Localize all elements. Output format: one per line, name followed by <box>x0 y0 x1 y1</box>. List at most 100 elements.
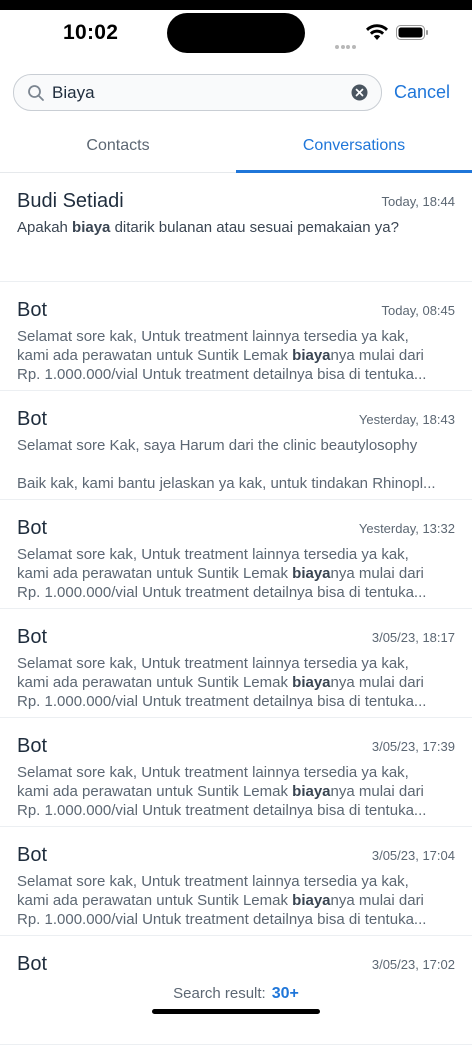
search-field[interactable] <box>13 74 382 111</box>
conversation-name: Bot <box>17 735 48 757</box>
preview-text: kami ada perawatan untuk Suntik Lemak <box>17 674 293 691</box>
result-tabs: Contacts Conversations <box>0 122 472 173</box>
conversation-name: Bot <box>17 844 48 866</box>
conversation-date: Today, 08:45 <box>381 303 455 318</box>
top-edge <box>0 0 472 10</box>
conversation-date: 3/05/23, 17:39 <box>371 739 455 754</box>
preview-line: Rp. 1.000.000/vial Untuk treatment detai… <box>17 801 455 820</box>
conversation-item[interactable]: Bot 3/05/23, 17:04 Selamat sore kak, Untuk… <box>0 827 472 936</box>
conversation-item[interactable]: Budi Setiadi Today, 18:44 Apakah biaya dit… <box>0 173 472 282</box>
clear-circle-icon[interactable] <box>351 84 368 101</box>
preview-line: Selamat sore Kak, saya Harum dari the cl… <box>17 436 455 455</box>
preview-line: Baik kak, kami bantu jelaskan ya kak, un… <box>17 474 455 493</box>
highlight-match: biaya <box>292 892 331 909</box>
magnifier-icon <box>28 85 44 101</box>
conversation-item[interactable]: Bot Today, 08:45 Selamat sore kak, Untuk t… <box>0 282 472 391</box>
preview-text: Rp. 1.000.000/vial Untuk treatment detai… <box>17 366 427 383</box>
conversation-item[interactable]: Bot Yesterday, 18:43 Selamat sore Kak, say… <box>0 391 472 500</box>
preview-text: Rp. 1.000.000/vial Untuk treatment detai… <box>17 584 427 601</box>
conversation-item[interactable]: Bot Yesterday, 13:32 Selamat sore kak, Unt… <box>0 500 472 609</box>
search-bar: Cancel <box>0 74 472 112</box>
conversation-name: Bot <box>17 626 48 648</box>
preview-text: Apakah <box>17 219 73 236</box>
preview-text: ditarik bulanan atau sesuai pemakaian ya… <box>110 219 399 236</box>
preview-text: Selamat sore kak, Untuk treatment lainny… <box>17 328 409 345</box>
conversation-preview: Selamat sore kak, Untuk treatment lainny… <box>17 654 455 711</box>
preview-line: Selamat sore kak, Untuk treatment lainny… <box>17 654 455 673</box>
preview-text: kami ada perawatan untuk Suntik Lemak <box>17 347 293 364</box>
conversation-name: Budi Setiadi <box>17 190 124 212</box>
tab-contacts[interactable]: Contacts <box>0 122 236 172</box>
preview-text: Selamat sore kak, Untuk treatment lainny… <box>17 873 409 890</box>
highlight-match: biaya <box>292 783 331 800</box>
preview-text: Rp. 1.000.000/vial Untuk treatment detai… <box>17 911 427 928</box>
conversation-preview: Selamat sore kak, Untuk treatment lainny… <box>17 545 455 602</box>
search-result-footer: Search result: 30+ <box>0 985 472 1003</box>
preview-text: nya mulai dari <box>330 347 424 364</box>
preview-line: kami ada perawatan untuk Suntik Lemak bi… <box>17 564 455 583</box>
preview-text: Selamat sore kak, Untuk treatment lainny… <box>17 764 409 781</box>
conversation-preview: Selamat sore kak, Untuk treatment lainny… <box>17 872 455 929</box>
conversation-date: 3/05/23, 18:17 <box>371 630 455 645</box>
preview-text: nya mulai dari <box>330 674 424 691</box>
conversation-preview: Selamat sore Kak, saya Harum dari the cl… <box>17 436 455 493</box>
cancel-button[interactable]: Cancel <box>394 82 450 103</box>
conversation-date: Yesterday, 13:32 <box>358 521 455 536</box>
conversation-preview: Selamat sore kak, Untuk treatment lainny… <box>17 763 455 820</box>
preview-line: kami ada perawatan untuk Suntik Lemak bi… <box>17 782 455 801</box>
preview-line <box>17 455 455 474</box>
preview-line: Selamat sore kak, Untuk treatment lainny… <box>17 327 455 346</box>
conversation-preview: Selamat sore kak, Untuk treatment lainny… <box>17 327 455 384</box>
highlight-match: biaya <box>292 565 331 582</box>
preview-line: kami ada perawatan untuk Suntik Lemak bi… <box>17 673 455 692</box>
preview-text: Rp. 1.000.000/vial Untuk treatment detai… <box>17 693 427 710</box>
conversation-name: Bot <box>17 299 48 321</box>
highlight-match: biaya <box>292 347 331 364</box>
home-indicator[interactable] <box>152 1009 320 1014</box>
highlight-match: biaya <box>72 219 111 236</box>
preview-text: Selamat sore kak, Untuk treatment lainny… <box>17 546 409 563</box>
preview-text: kami ada perawatan untuk Suntik Lemak <box>17 565 293 582</box>
dynamic-island <box>167 13 305 53</box>
conversation-item[interactable]: Bot 3/05/23, 17:39 Selamat sore kak, Untuk… <box>0 718 472 827</box>
highlight-match: biaya <box>292 674 331 691</box>
preview-text: Selamat sore kak, Untuk treatment lainny… <box>17 655 409 672</box>
preview-text: nya mulai dari <box>330 892 424 909</box>
conversation-preview: Apakah biaya ditarik bulanan atau sesuai… <box>17 218 455 237</box>
signal-icon <box>335 36 357 54</box>
conversation-list: Budi Setiadi Today, 18:44 Apakah biaya dit… <box>0 173 472 1045</box>
preview-line: Rp. 1.000.000/vial Untuk treatment detai… <box>17 365 455 384</box>
conversation-name: Bot <box>17 953 48 975</box>
preview-line: Rp. 1.000.000/vial Untuk treatment detai… <box>17 692 455 711</box>
preview-line: kami ada perawatan untuk Suntik Lemak bi… <box>17 346 455 365</box>
preview-line: kami ada perawatan untuk Suntik Lemak bi… <box>17 891 455 910</box>
preview-text: Selamat sore Kak, saya Harum dari the cl… <box>17 437 418 454</box>
wifi-icon <box>366 24 388 40</box>
preview-text: kami ada perawatan untuk Suntik Lemak <box>17 892 293 909</box>
preview-line: Rp. 1.000.000/vial Untuk treatment detai… <box>17 583 455 602</box>
conversation-date: Today, 18:44 <box>381 194 455 209</box>
preview-line: Selamat sore kak, Untuk treatment lainny… <box>17 872 455 891</box>
conversation-item[interactable]: Bot 3/05/23, 18:17 Selamat sore kak, Untuk… <box>0 609 472 718</box>
search-input[interactable] <box>52 80 342 105</box>
preview-line: Apakah biaya ditarik bulanan atau sesuai… <box>17 218 455 237</box>
preview-line: Rp. 1.000.000/vial Untuk treatment detai… <box>17 910 455 929</box>
preview-text: nya mulai dari <box>330 783 424 800</box>
status-bar: 10:02 <box>0 10 472 60</box>
conversation-name: Bot <box>17 517 48 539</box>
preview-text: Baik kak, kami bantu jelaskan ya kak, un… <box>17 475 436 492</box>
conversation-name: Bot <box>17 408 48 430</box>
preview-line: Selamat sore kak, Untuk treatment lainny… <box>17 545 455 564</box>
conversation-date: 3/05/23, 17:02 <box>371 957 455 972</box>
tab-conversations[interactable]: Conversations <box>236 122 472 173</box>
battery-icon <box>396 25 428 40</box>
preview-text: kami ada perawatan untuk Suntik Lemak <box>17 783 293 800</box>
preview-line: Selamat sore kak, Untuk treatment lainny… <box>17 763 455 782</box>
preview-text: nya mulai dari <box>330 565 424 582</box>
search-result-label: Search result: <box>173 985 266 1002</box>
conversation-date: Yesterday, 18:43 <box>358 412 455 427</box>
search-result-count: 30+ <box>271 985 299 1002</box>
preview-text: Rp. 1.000.000/vial Untuk treatment detai… <box>17 802 427 819</box>
status-time: 10:02 <box>63 21 119 44</box>
conversation-date: 3/05/23, 17:04 <box>371 848 455 863</box>
